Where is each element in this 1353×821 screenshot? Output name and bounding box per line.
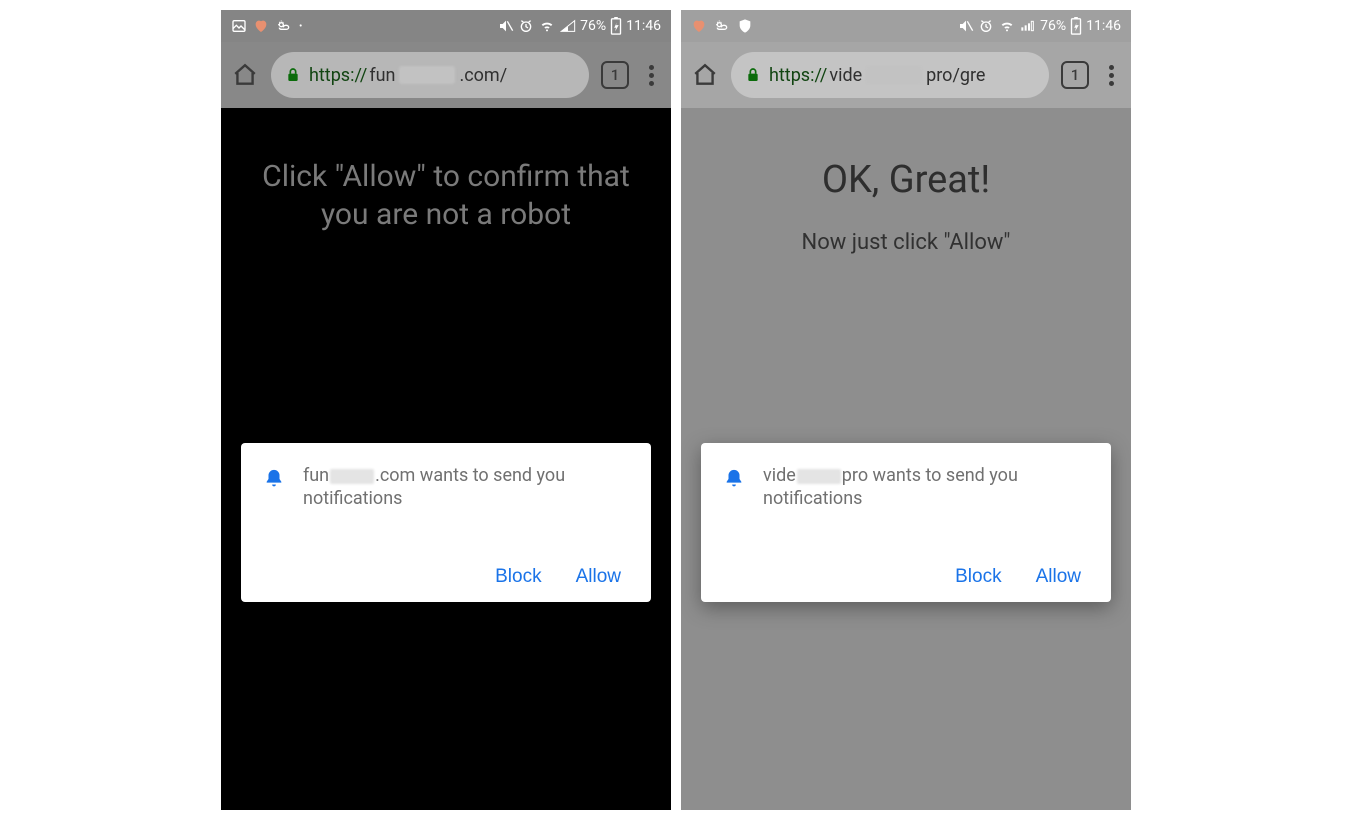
battery-percent: 76% xyxy=(580,18,606,34)
status-right: 76% 11:46 xyxy=(958,17,1121,35)
status-bar: • 76% 11:46 xyxy=(221,10,671,42)
bell-icon xyxy=(263,467,285,491)
allow-button[interactable]: Allow xyxy=(576,566,621,588)
block-button[interactable]: Block xyxy=(495,566,541,588)
tabs-button[interactable]: 1 xyxy=(601,61,629,89)
status-left: • xyxy=(231,18,302,34)
dialog-message: fun.com wants to send you notifications xyxy=(303,465,629,510)
bell-icon xyxy=(723,467,745,491)
battery-icon xyxy=(1070,17,1082,35)
status-bar: 76% 11:46 xyxy=(681,10,1131,42)
overflow-menu-button[interactable] xyxy=(1101,65,1121,86)
page-content: Click "Allow" to confirm that you are no… xyxy=(221,108,671,810)
alarm-icon xyxy=(978,18,994,34)
clock-time: 11:46 xyxy=(1086,18,1121,34)
signal-icon xyxy=(560,18,576,34)
battery-percent: 76% xyxy=(1040,18,1066,34)
dot-icon: • xyxy=(299,21,302,32)
shield-icon xyxy=(737,18,753,34)
heart-icon xyxy=(253,18,269,34)
tab-count: 1 xyxy=(611,66,620,84)
home-button[interactable] xyxy=(231,61,259,89)
url-text: https://videpro/gre xyxy=(769,65,985,86)
tabs-button[interactable]: 1 xyxy=(1061,61,1089,89)
weather-icon xyxy=(275,18,293,34)
mute-icon xyxy=(958,18,974,34)
status-left xyxy=(691,18,753,34)
heart-icon xyxy=(691,18,707,34)
block-button[interactable]: Block xyxy=(955,566,1001,588)
mute-icon xyxy=(498,18,514,34)
browser-toolbar: https://fun.com/ 1 xyxy=(221,42,671,108)
lock-icon xyxy=(285,66,301,84)
status-right: 76% 11:46 xyxy=(498,17,661,35)
battery-icon xyxy=(610,17,622,35)
url-text: https://fun.com/ xyxy=(309,65,507,86)
address-bar[interactable]: https://fun.com/ xyxy=(271,52,589,98)
home-button[interactable] xyxy=(691,61,719,89)
dialog-message: videpro wants to send you notifications xyxy=(763,465,1089,510)
phone-screenshot-2: 76% 11:46 https://videpro/gre 1 xyxy=(681,10,1131,810)
redacted-blur xyxy=(399,66,455,84)
address-bar[interactable]: https://videpro/gre xyxy=(731,52,1049,98)
phone-screenshot-1: • 76% 11:46 xyxy=(221,10,671,810)
wifi-icon xyxy=(998,18,1016,34)
redacted-blur xyxy=(866,66,922,84)
page-content: OK, Great! Now just click "Allow" videpr… xyxy=(681,108,1131,810)
alarm-icon xyxy=(518,18,534,34)
browser-toolbar: https://videpro/gre 1 xyxy=(681,42,1131,108)
signal-icon xyxy=(1020,18,1036,34)
wifi-icon xyxy=(538,18,556,34)
gallery-icon xyxy=(231,18,247,34)
clock-time: 11:46 xyxy=(626,18,661,34)
allow-button[interactable]: Allow xyxy=(1036,566,1081,588)
notification-permission-dialog: fun.com wants to send you notifications … xyxy=(241,443,651,602)
overflow-menu-button[interactable] xyxy=(641,65,661,86)
notification-permission-dialog: videpro wants to send you notifications … xyxy=(701,443,1111,602)
lock-icon xyxy=(745,66,761,84)
redacted-blur xyxy=(330,469,374,484)
weather-icon xyxy=(713,18,731,34)
redacted-blur xyxy=(797,469,841,484)
tab-count: 1 xyxy=(1071,66,1080,84)
